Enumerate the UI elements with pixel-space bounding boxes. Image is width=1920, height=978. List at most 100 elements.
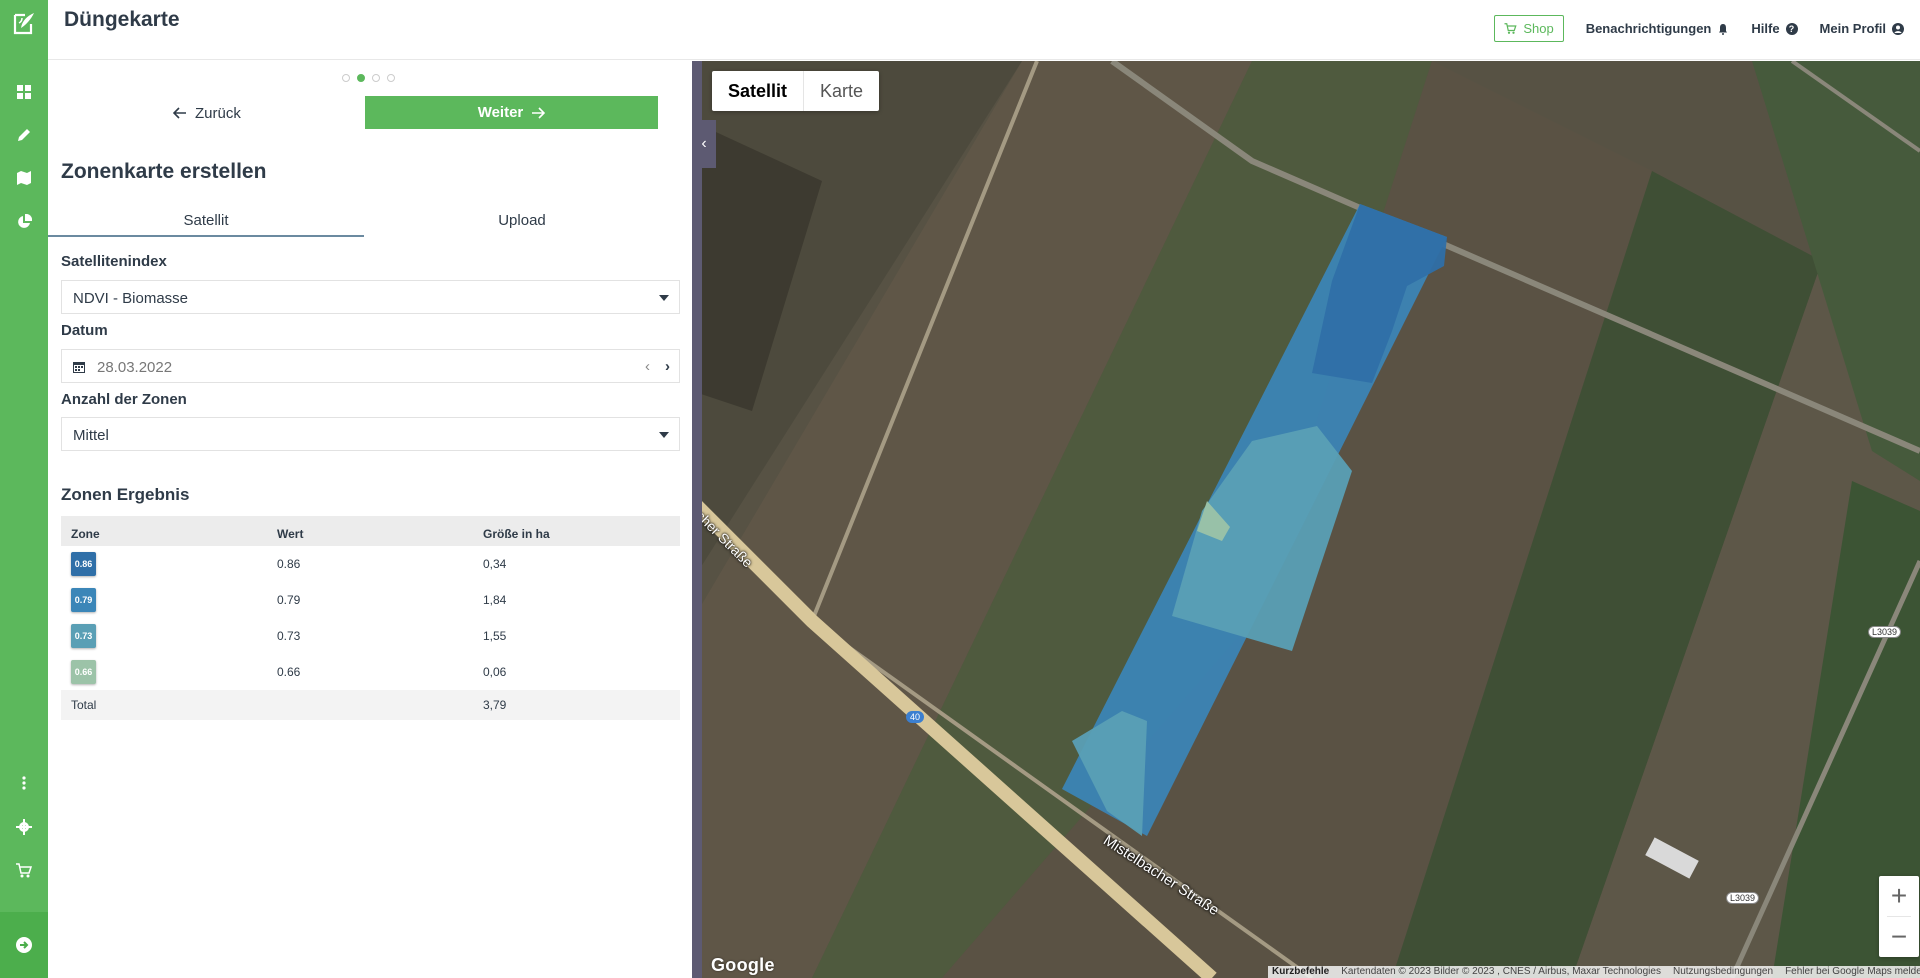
collapse-panel-button[interactable]: ‹ xyxy=(692,120,716,168)
date-label: Datum xyxy=(61,322,108,339)
map-type-control: Satellit Karte xyxy=(712,71,880,111)
bell-icon xyxy=(1719,23,1728,35)
top-header: Düngekarte Shop Benachrichtigungen Hilfe… xyxy=(48,0,1920,60)
size-cell: 0,34 xyxy=(483,557,507,571)
zone-badge: 0.79 xyxy=(71,588,96,612)
zone-count-label: Anzahl der Zonen xyxy=(61,391,187,408)
back-button[interactable]: Zurück xyxy=(173,97,241,129)
road-shield: L3039 xyxy=(1726,892,1760,904)
zones-table: Zone Wert Größe in ha 0.86 0.86 0,34 0.7… xyxy=(61,516,680,720)
tab-satellit[interactable]: Satellit xyxy=(48,203,364,237)
column-header: Wert xyxy=(267,516,473,546)
table-row[interactable]: 0.86 0.86 0,34 xyxy=(61,546,680,582)
date-value: 28.03.2022 xyxy=(97,359,173,376)
satellite-map[interactable]: Mistelbacher Straße cher Straße L3039 L3… xyxy=(692,61,1920,978)
table-row[interactable]: 0.79 0.79 1,84 xyxy=(61,582,680,618)
logout-button[interactable] xyxy=(0,912,48,978)
caret-down-icon xyxy=(659,432,669,438)
step-dot xyxy=(372,74,380,82)
table-row[interactable]: 0.73 0.73 1,55 xyxy=(61,618,680,654)
total-size: 3,79 xyxy=(473,690,680,720)
satellite-index-select[interactable]: NDVI - Biomasse xyxy=(61,280,680,314)
google-logo: Google xyxy=(711,955,775,975)
map-type-karte[interactable]: Karte xyxy=(804,71,879,111)
zoom-in-button[interactable]: + xyxy=(1879,876,1919,916)
size-cell: 0,06 xyxy=(483,665,507,679)
zone-cell: 0.66 xyxy=(61,654,267,690)
table-row[interactable]: 0.66 0.66 0,06 xyxy=(61,654,680,690)
size-cell: 1,84 xyxy=(483,593,507,607)
zone-cell: 0.73 xyxy=(61,618,267,654)
profile-label: Mein Profil xyxy=(1819,21,1886,36)
column-header: Zone xyxy=(61,516,267,546)
map-data-text: Kartendaten © 2023 Bilder © 2023 , CNES … xyxy=(1341,966,1661,977)
tab-satellit-label: Satellit xyxy=(183,212,229,229)
value-cell: 0.73 xyxy=(277,629,301,643)
satellite-index-value: NDVI - Biomasse xyxy=(73,290,189,307)
cart-icon[interactable] xyxy=(13,860,35,882)
notifications-label: Benachrichtigungen xyxy=(1585,21,1712,36)
total-row: Total 3,79 xyxy=(61,690,680,720)
step-dot xyxy=(342,74,350,82)
tab-upload-label: Upload xyxy=(498,212,546,229)
road-shield: 40 xyxy=(906,711,925,723)
more-vertical-icon[interactable] xyxy=(13,772,35,794)
shortcuts-link[interactable]: Kurzbefehle xyxy=(1272,966,1329,978)
pencil-icon[interactable] xyxy=(13,124,35,146)
profile-link[interactable]: Mein Profil xyxy=(1820,21,1904,36)
road-shield: L3039 xyxy=(1868,626,1902,638)
help-link[interactable]: Hilfe ? xyxy=(1751,21,1798,36)
size-cell: 1,55 xyxy=(483,629,507,643)
top-nav: Shop Benachrichtigungen Hilfe ? Mein Pro… xyxy=(1494,15,1904,42)
user-circle-icon xyxy=(1892,22,1904,35)
map-attribution: Kurzbefehle Kartendaten © 2023 Bilder © … xyxy=(1268,966,1920,978)
wizard-panel: Zurück Weiter Zonenkarte erstellen Satel… xyxy=(48,61,692,978)
total-empty-cell xyxy=(267,690,473,720)
zoom-out-button[interactable]: − xyxy=(1879,917,1919,957)
arrow-right-icon xyxy=(532,106,546,119)
chevron-left-icon[interactable]: ‹ xyxy=(645,358,650,375)
chart-pie-icon[interactable] xyxy=(13,211,35,233)
caret-down-icon xyxy=(659,295,669,301)
cart-icon xyxy=(1504,22,1517,34)
logo-icon[interactable] xyxy=(12,10,36,36)
sign-out-icon xyxy=(16,937,32,953)
zone-badge: 0.86 xyxy=(71,552,96,576)
table-header-row: Zone Wert Größe in ha xyxy=(61,516,680,546)
chevron-left-icon: ‹ xyxy=(701,135,707,152)
next-button[interactable]: Weiter xyxy=(365,96,658,129)
page-title: Düngekarte xyxy=(64,8,180,31)
gear-icon[interactable] xyxy=(13,816,35,838)
value-cell: 0.79 xyxy=(277,593,301,607)
value-cell: 0.66 xyxy=(277,665,301,679)
shop-label: Shop xyxy=(1523,21,1554,36)
map-type-satellit[interactable]: Satellit xyxy=(712,71,805,111)
notifications-link[interactable]: Benachrichtigungen xyxy=(1586,21,1730,36)
zoom-control: + − xyxy=(1879,876,1919,957)
date-picker[interactable]: 28.03.2022 ‹ › xyxy=(61,349,680,383)
zone-cell: 0.79 xyxy=(61,582,267,618)
arrow-left-icon xyxy=(173,107,186,119)
next-label: Weiter xyxy=(477,104,524,121)
zone-cell: 0.86 xyxy=(61,546,267,582)
side-rail xyxy=(0,0,48,978)
tab-upload[interactable]: Upload xyxy=(364,203,680,237)
chevron-right-icon[interactable]: › xyxy=(665,358,670,375)
dashboard-icon[interactable] xyxy=(13,81,35,103)
results-title: Zonen Ergebnis xyxy=(61,485,190,504)
shop-button[interactable]: Shop xyxy=(1494,15,1564,42)
report-error-link[interactable]: Fehler bei Google Maps melden xyxy=(1785,966,1920,978)
zone-badge: 0.73 xyxy=(71,624,96,648)
map-divider xyxy=(692,61,702,978)
calendar-icon xyxy=(73,362,85,373)
map-imagery xyxy=(692,61,1920,978)
value-cell: 0.86 xyxy=(277,557,301,571)
step-dot xyxy=(387,74,395,82)
question-icon: ? xyxy=(1785,22,1798,35)
map-icon[interactable] xyxy=(13,167,35,189)
step-dot-active xyxy=(357,74,365,82)
column-header: Größe in ha xyxy=(473,516,680,546)
source-tabs: Satellit Upload xyxy=(48,203,680,237)
zone-count-select[interactable]: Mittel xyxy=(61,417,680,451)
terms-link[interactable]: Nutzungsbedingungen xyxy=(1673,966,1773,978)
